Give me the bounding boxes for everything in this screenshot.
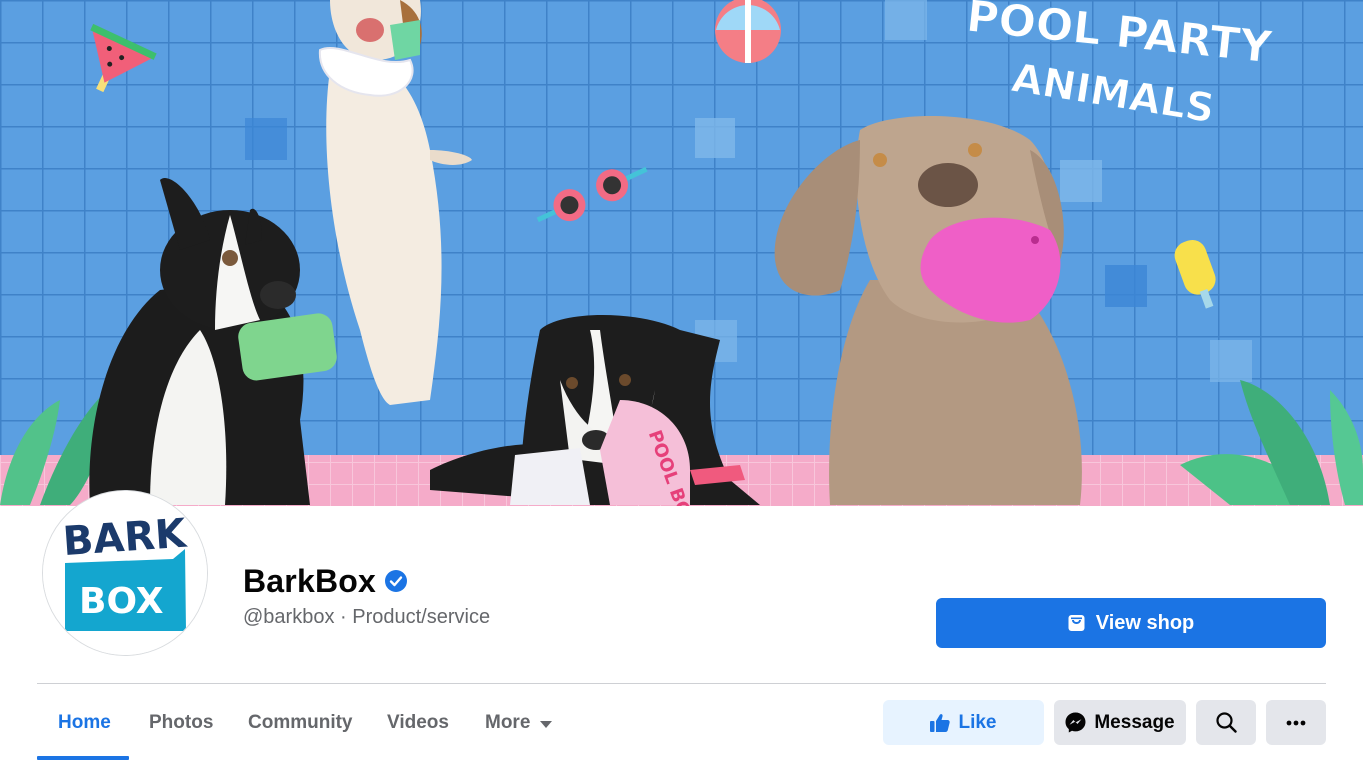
logo-bottom-text: BOX (79, 581, 164, 622)
active-tab-indicator (37, 756, 129, 760)
thumbs-up-icon (930, 714, 951, 732)
tab-home-label: Home (58, 712, 111, 733)
tab-community[interactable]: Community (248, 700, 353, 746)
chevron-down-icon (540, 720, 553, 728)
shop-bag-icon (1068, 615, 1085, 631)
page-name-text: BarkBox (243, 562, 377, 599)
tab-videos[interactable]: Videos (387, 700, 449, 746)
search-icon (1215, 712, 1237, 733)
like-button[interactable]: Like (883, 700, 1044, 745)
tab-photos[interactable]: Photos (149, 700, 213, 746)
tab-community-label: Community (248, 712, 353, 733)
view-shop-label: View shop (1095, 611, 1195, 634)
view-shop-button[interactable]: View shop (936, 598, 1326, 648)
barkbox-logo: BARK BOX (43, 491, 207, 655)
verified-badge-icon (385, 570, 408, 592)
message-button[interactable]: Message (1054, 700, 1186, 745)
messenger-icon (1065, 712, 1086, 733)
tab-home[interactable]: Home (58, 700, 111, 746)
tab-more[interactable]: More (485, 700, 553, 746)
cover-illustration: POOL PARTY ANIMALS POOL BO (0, 0, 1363, 506)
like-label: Like (958, 711, 997, 733)
search-button[interactable] (1196, 700, 1256, 745)
cover-photo[interactable]: POOL PARTY ANIMALS POOL BO (0, 0, 1363, 506)
more-dots-icon (1286, 720, 1306, 725)
page-subtitle: @barkbox · Product/service (243, 606, 491, 628)
tab-videos-label: Videos (387, 712, 449, 733)
page-avatar[interactable]: BARK BOX (42, 490, 208, 656)
page-title: BarkBox (243, 561, 408, 601)
tab-more-label: More (485, 712, 531, 733)
message-label: Message (1094, 711, 1175, 733)
more-options-button[interactable] (1266, 700, 1326, 745)
header-divider (37, 683, 1326, 684)
tab-photos-label: Photos (149, 712, 214, 733)
logo-top-text: BARK (61, 511, 189, 566)
